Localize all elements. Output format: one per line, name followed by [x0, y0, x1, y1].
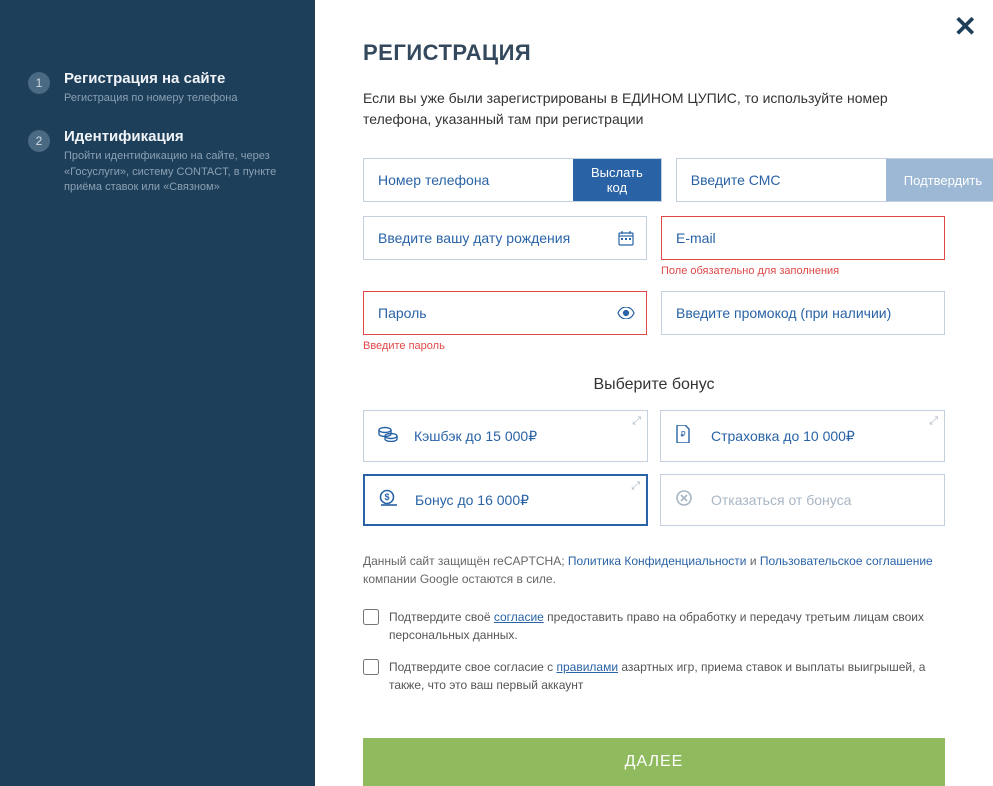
bonus-decline-label: Отказаться от бонуса	[711, 492, 851, 508]
privacy-link[interactable]: Политика Конфиденциальности	[568, 554, 747, 568]
registration-modal: 1 Регистрация на сайте Регистрация по но…	[0, 0, 993, 786]
bonus-main[interactable]: $ Бонус до 16 000₽ ⤢	[363, 474, 648, 526]
step-2: 2 Идентификация Пройти идентификацию на …	[28, 128, 287, 195]
calendar-icon[interactable]	[606, 217, 646, 259]
cancel-icon	[675, 489, 701, 512]
consent-link-1[interactable]: согласие	[494, 610, 544, 624]
eye-icon[interactable]	[606, 292, 646, 334]
email-error: Поле обязательно для заполнения	[661, 265, 945, 277]
bonus-grid: Кэшбэк до 15 000₽ ⤢ ₽ Страховка до 10 00…	[363, 410, 945, 526]
close-icon[interactable]: ✕	[954, 10, 977, 43]
phone-input[interactable]	[364, 159, 573, 201]
bonus-decline[interactable]: Отказаться от бонуса	[660, 474, 945, 526]
sidebar: 1 Регистрация на сайте Регистрация по но…	[0, 0, 315, 786]
dollar-icon: $	[379, 489, 405, 512]
page-title: РЕГИСТРАЦИЯ	[363, 40, 945, 66]
bonus-title: Выберите бонус	[363, 376, 945, 394]
coins-icon	[378, 426, 404, 447]
consent-1[interactable]: Подтвердите своё согласие предоставить п…	[363, 608, 945, 644]
svg-text:$: $	[384, 492, 389, 502]
consent-link-2[interactable]: правилами	[556, 660, 618, 674]
bonus-main-label: Бонус до 16 000₽	[415, 492, 529, 509]
file-icon: ₽	[675, 425, 701, 448]
consent-2[interactable]: Подтвердите свое согласие с правилами аз…	[363, 658, 945, 694]
bonus-cashback-label: Кэшбэк до 15 000₽	[414, 428, 537, 445]
expand-icon: ⤢	[632, 415, 641, 428]
password-group	[363, 291, 647, 335]
step-1-subtitle: Регистрация по номеру телефона	[64, 91, 237, 106]
confirm-button[interactable]: Подтвердить	[886, 159, 993, 201]
promo-group	[661, 291, 945, 335]
submit-button[interactable]: ДАЛЕЕ	[363, 738, 945, 786]
consent-1-checkbox[interactable]	[363, 609, 379, 625]
email-input[interactable]	[662, 217, 944, 259]
sms-input[interactable]	[677, 159, 886, 201]
step-1-title: Регистрация на сайте	[64, 70, 237, 87]
dob-input[interactable]	[364, 217, 606, 259]
terms-link[interactable]: Пользовательское соглашение	[760, 554, 933, 568]
step-2-title: Идентификация	[64, 128, 287, 145]
sms-group: Подтвердить	[676, 158, 993, 202]
password-input[interactable]	[364, 292, 606, 334]
promo-input[interactable]	[662, 292, 944, 334]
step-2-subtitle: Пройти идентификацию на сайте, через «Го…	[64, 149, 287, 195]
bonus-insurance[interactable]: ₽ Страховка до 10 000₽ ⤢	[660, 410, 945, 462]
consent-2-checkbox[interactable]	[363, 659, 379, 675]
step-1: 1 Регистрация на сайте Регистрация по но…	[28, 70, 287, 106]
send-code-button[interactable]: Выслать код	[573, 159, 661, 201]
main-panel: ✕ РЕГИСТРАЦИЯ Если вы уже были зарегистр…	[315, 0, 993, 786]
phone-group: Выслать код	[363, 158, 662, 202]
dob-group	[363, 216, 647, 260]
expand-icon: ⤢	[929, 415, 938, 428]
email-group	[661, 216, 945, 260]
expand-icon: ⤢	[631, 480, 640, 493]
svg-text:₽: ₽	[680, 430, 685, 439]
recaptcha-note: Данный сайт защищён reCAPTCHA; Политика …	[363, 552, 945, 588]
bonus-cashback[interactable]: Кэшбэк до 15 000₽ ⤢	[363, 410, 648, 462]
intro-text: Если вы уже были зарегистрированы в ЕДИН…	[363, 88, 945, 130]
password-error: Введите пароль	[363, 340, 647, 352]
step-1-number: 1	[28, 72, 50, 94]
step-2-number: 2	[28, 130, 50, 152]
bonus-insurance-label: Страховка до 10 000₽	[711, 428, 855, 445]
